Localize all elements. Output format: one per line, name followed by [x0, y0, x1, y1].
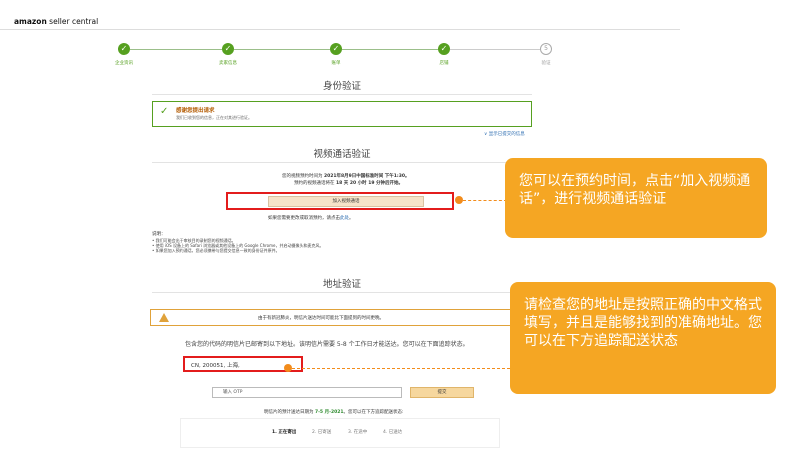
logo-brand: amazon — [14, 17, 47, 26]
address-section-title: 地址验证 — [322, 279, 362, 290]
address-callout: 请检查您的地址是按照正确的中文格式填写，并且是能够找到的准确地址。您可以在下方追… — [510, 282, 776, 394]
submit-button[interactable]: 提交 — [410, 387, 474, 398]
tracking-step: 3. 在途中 — [348, 430, 368, 435]
step-label: 卖家信息 — [219, 61, 237, 66]
note-item: • 如果您加入预约通话，您必须携带与您提交信息一致的身份证件原件。 — [152, 248, 280, 253]
estimated-arrival: 明信片的预计送达日期为 7-5 月-2021。您可以在下方追踪配送状态: — [264, 409, 404, 415]
join-video-call-button[interactable]: 加入视频通话 — [268, 196, 424, 207]
header-divider — [0, 29, 680, 30]
otp-input[interactable]: 输入 OTP — [212, 387, 402, 398]
amazon-seller-central-logo[interactable]: amazon seller central — [14, 17, 98, 26]
step-label: 验证 — [541, 61, 551, 66]
reschedule-link[interactable]: 此处 — [340, 216, 349, 221]
postcard-info: 包含您的代码的明信片已邮寄到以下地址。该明信片需要 5-8 个工作日才能送达。您… — [185, 341, 469, 348]
check-icon: ✓ — [118, 43, 130, 55]
success-title: 感谢您提出请求 — [176, 108, 215, 114]
tracking-step: 1. 正在寄出 — [272, 430, 297, 435]
step-number: 5 — [540, 43, 552, 55]
notes-title: 说明： — [152, 232, 166, 237]
connector-line — [292, 368, 510, 369]
show-submitted-info-link[interactable]: ∨ 显示已提交的信息 — [484, 131, 525, 137]
connector-line — [463, 200, 507, 201]
arrival-date: 7-5 月-2021 — [314, 410, 344, 415]
reschedule-label: 如果您需要更改或取消预约，请点击 — [268, 216, 340, 221]
reschedule-suffix: 。 — [349, 216, 354, 221]
connector-dot — [284, 364, 292, 372]
check-icon: ✓ — [330, 43, 342, 55]
countdown-label: 预约的视频通话将在 — [294, 181, 336, 186]
reschedule-text: 如果您需要更改或取消预约，请点击此处。 — [268, 215, 354, 221]
logo-product: seller central — [46, 17, 99, 26]
success-subtitle: 我们已收到您的信息，正在对其进行验证。 — [176, 115, 252, 120]
note-text: 如果您加入预约通话，您必须携带与您提交信息一致的身份证件原件。 — [155, 248, 280, 253]
step-connector — [234, 49, 330, 50]
step-connector — [342, 49, 438, 50]
identity-section-title: 身份验证 — [322, 81, 362, 92]
connector-dot — [455, 196, 463, 204]
countdown-value: 18 天 20 小时 19 分钟后开始。 — [335, 181, 404, 186]
success-message-box — [152, 101, 532, 127]
mailing-address: CN, 200051, 上海, — [191, 363, 240, 369]
step-label: 企业资讯 — [115, 61, 133, 66]
arrival-label: 明信片的预计送达日期为 — [264, 410, 315, 415]
appointment-datetime: 2021年8月9日中国标准时间 下午1:30。 — [323, 174, 410, 179]
tracking-step: 2. 已寄送 — [312, 430, 332, 435]
arrival-suffix: 。您可以在下方追踪配送状态: — [343, 410, 404, 415]
step-label: 店铺 — [439, 61, 449, 66]
check-icon: ✓ — [438, 43, 450, 55]
check-icon: ✓ — [222, 43, 234, 55]
tracking-step: 4. 已送达 — [383, 430, 403, 435]
appointment-label: 您的视频预约时间为 — [282, 174, 324, 179]
warning-text: 由于有新冠肺炎，明信片送达时间可能比下面提到的时间更晚。 — [258, 316, 384, 321]
section-divider — [152, 162, 532, 163]
section-divider — [152, 94, 532, 95]
warning-icon — [159, 313, 169, 322]
tracking-panel — [180, 418, 500, 448]
step-label: 账单 — [331, 61, 341, 66]
step-connector — [130, 49, 222, 50]
appointment-time: 您的视频预约时间为 2021年8月9日中国标准时间 下午1:30。 — [282, 173, 409, 179]
step-connector — [450, 49, 540, 50]
appointment-countdown: 预约的视频通话将在 18 天 20 小时 19 分钟后开始。 — [294, 180, 403, 186]
video-callout: 您可以在预约时间，点击“加入视频通话”，进行视频通话验证 — [505, 158, 767, 238]
check-icon: ✓ — [160, 106, 169, 117]
section-divider — [152, 292, 532, 293]
video-section-title: 视频通话验证 — [313, 149, 371, 160]
